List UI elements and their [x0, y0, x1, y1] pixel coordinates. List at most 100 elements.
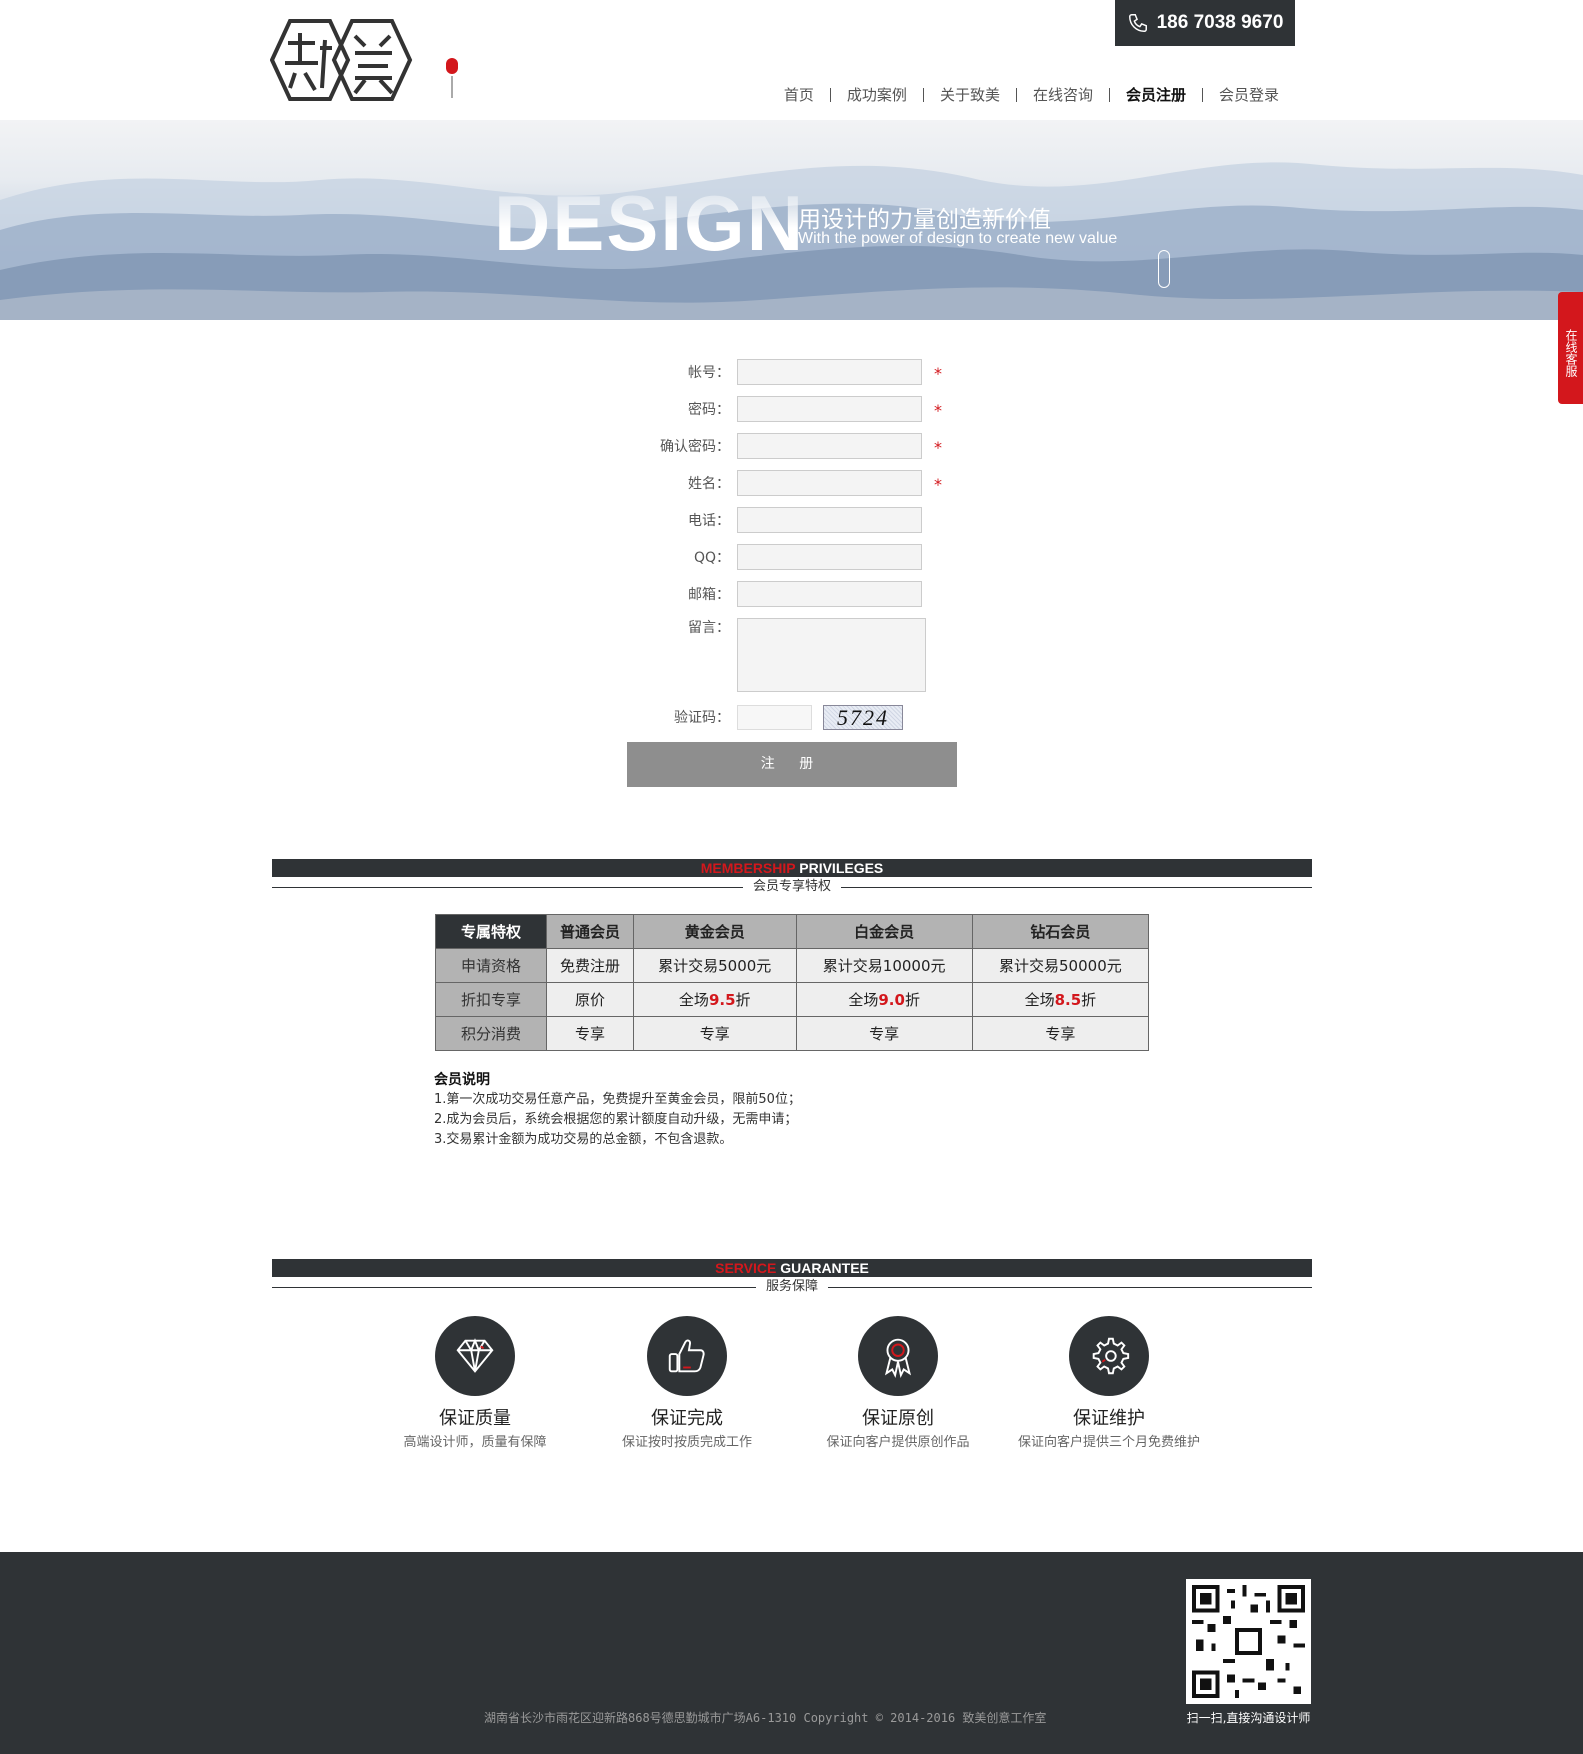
phone-button[interactable]: 186 7038 9670: [1115, 0, 1295, 46]
phone-number: 186 7038 9670: [1156, 12, 1284, 33]
qr-caption: 扫一扫,直接沟通设计师: [1186, 1711, 1311, 1725]
table-cell: 全场8.5折: [971, 982, 1150, 1017]
service-title-white: GUARANTEE: [780, 1260, 869, 1276]
banner-cn-slogan: 用设计的力量创造新价值: [798, 207, 1051, 233]
service-title: 保证完成: [651, 1408, 723, 1429]
site-footer: 扫一扫,直接沟通设计师 湖南省长沙市雨花区迎新路868号德思勤城市广场A6-13…: [0, 1552, 1583, 1754]
discount-prefix: 全场: [1024, 991, 1055, 1009]
message-textarea[interactable]: [737, 618, 926, 692]
row-header: 折扣专享: [435, 982, 547, 1017]
service-subtitle-line: 服务保障: [272, 1278, 1312, 1296]
table-row: 折扣专享 原价 全场9.5折 全场9.0折 全场8.5折: [435, 982, 1150, 1017]
discount-prefix: 原价: [574, 991, 605, 1009]
membership-title-white: PRIVILEGES: [799, 860, 884, 876]
qq-label: QQ：: [693, 550, 730, 566]
wechat-qr-code: [1186, 1579, 1311, 1704]
nav-cases[interactable]: 成功案例: [831, 84, 923, 105]
note-line: 2.成为会员后，系统会根据您的累计额度自动升级，无需申请；: [434, 1112, 798, 1127]
brand-logo[interactable]: [269, 18, 465, 103]
service-title-bar: SERVICE GUARANTEE: [272, 1259, 1312, 1277]
password-input[interactable]: [737, 396, 922, 422]
gear-icon: [1069, 1316, 1149, 1396]
membership-title-red: MEMBERSHIP: [700, 860, 796, 876]
membership-section-title: MEMBERSHIP PRIVILEGES 会员专享特权: [272, 859, 1312, 896]
service-desc: 高端设计师，质量有保障: [403, 1435, 547, 1450]
discount-value: 8.5: [1054, 991, 1082, 1009]
table-cell: 专享: [795, 1016, 973, 1051]
account-input[interactable]: [737, 359, 922, 385]
table-row: 申请资格 免费注册 累计交易5000元 累计交易10000元 累计交易50000…: [435, 948, 1150, 983]
table-cell: 全场9.0折: [795, 982, 973, 1017]
nav-register[interactable]: 会员注册: [1110, 84, 1202, 105]
nav-login[interactable]: 会员登录: [1203, 84, 1295, 105]
discount-suffix: 折: [735, 991, 751, 1009]
discount-prefix: 全场: [678, 991, 709, 1009]
main-nav: 首页 成功案例 关于致美 在线咨询 会员注册 会员登录: [768, 84, 1295, 105]
table-cell: 全场9.5折: [632, 982, 797, 1017]
table-header: 专属特权: [435, 914, 547, 949]
required-mark: *: [934, 475, 942, 494]
table-row: 积分消费 专享 专享 专享 专享: [435, 1016, 1150, 1051]
membership-title-bar: MEMBERSHIP PRIVILEGES: [272, 859, 1312, 877]
service-title-red: SERVICE: [715, 1260, 777, 1276]
service-item-maintenance: 保证维护 保证向客户提供三个月免费维护: [999, 1316, 1219, 1450]
banner-design-word: DESIGN: [494, 179, 806, 267]
name-label: 姓名：: [688, 476, 730, 492]
row-header: 积分消费: [435, 1016, 547, 1051]
service-subtitle: 服务保障: [755, 1278, 829, 1296]
confirm-password-label: 确认密码：: [660, 439, 730, 455]
name-input[interactable]: [737, 470, 922, 496]
phone-input[interactable]: [737, 507, 922, 533]
table-header-row: 专属特权 普通会员 黄金会员 白金会员 钻石会员: [435, 914, 1150, 949]
site-header: 186 7038 9670 首页 成功案例 关于致美 在线咨询 会员注册 会员登…: [0, 0, 1583, 120]
note-line: 3.交易累计金额为成功交易的总金额，不包含退款。: [434, 1132, 733, 1147]
table-cell: 专享: [632, 1016, 797, 1051]
online-service-tab[interactable]: 在线客服: [1558, 292, 1583, 404]
email-input[interactable]: [737, 581, 922, 607]
service-desc: 保证按时按质完成工作: [621, 1435, 752, 1450]
table-cell: 原价: [546, 982, 634, 1017]
footer-address-copyright: 湖南省长沙市雨花区迎新路868号德思勤城市广场A6-1310 Copyright…: [484, 1711, 1047, 1725]
discount-prefix: 全场: [848, 991, 879, 1009]
register-submit-button[interactable]: 注 册: [627, 742, 957, 787]
nav-home[interactable]: 首页: [768, 84, 830, 105]
nav-consult[interactable]: 在线咨询: [1017, 84, 1109, 105]
thumbs-up-icon: [647, 1316, 727, 1396]
service-title: 保证维护: [1073, 1408, 1145, 1429]
membership-notes: 会员说明 1.第一次成功交易任意产品，免费提升至黄金会员，限前50位； 2.成为…: [434, 1070, 801, 1150]
table-header: 黄金会员: [632, 914, 797, 949]
captcha-label: 验证码：: [674, 710, 730, 726]
required-mark: *: [934, 401, 942, 420]
qq-input[interactable]: [737, 544, 922, 570]
message-label: 留言：: [688, 620, 730, 636]
discount-suffix: 折: [1081, 991, 1097, 1009]
nav-about[interactable]: 关于致美: [924, 84, 1016, 105]
row-header: 申请资格: [435, 948, 547, 983]
discount-suffix: 折: [904, 991, 920, 1009]
account-label: 帐号：: [688, 365, 730, 381]
discount-value: 9.5: [708, 991, 736, 1009]
captcha-image[interactable]: 5724: [823, 705, 903, 730]
confirm-password-input[interactable]: [737, 433, 922, 459]
table-cell: 免费注册: [546, 948, 634, 983]
service-title: 保证质量: [439, 1408, 511, 1429]
service-item-quality: 保证质量 高端设计师，质量有保障: [365, 1316, 585, 1450]
membership-privileges-table: 专属特权 普通会员 黄金会员 白金会员 钻石会员 申请资格 免费注册 累计交易5…: [435, 914, 1150, 1051]
table-cell: 累计交易5000元: [632, 948, 797, 983]
discount-value: 9.0: [878, 991, 905, 1009]
table-cell: 累计交易50000元: [971, 948, 1150, 983]
table-header: 钻石会员: [971, 914, 1150, 949]
service-item-completion: 保证完成 保证按时按质完成工作: [577, 1316, 797, 1450]
phone-label: 电话：: [688, 513, 730, 529]
captcha-input[interactable]: [737, 705, 812, 730]
password-label: 密码：: [688, 402, 730, 418]
table-cell: 专享: [546, 1016, 634, 1051]
banner-en-slogan: With the power of design to create new v…: [798, 230, 1118, 247]
service-desc: 保证向客户提供三个月免费维护: [1017, 1435, 1200, 1450]
membership-subtitle-line: 会员专享特权: [272, 878, 1312, 896]
required-mark: *: [934, 438, 942, 457]
service-section-title: SERVICE GUARANTEE 服务保障: [272, 1259, 1312, 1296]
note-line: 1.第一次成功交易任意产品，免费提升至黄金会员，限前50位；: [434, 1092, 801, 1107]
table-cell: 累计交易10000元: [795, 948, 973, 983]
hero-banner: DESIGN 用设计的力量创造新价值 With the power of des…: [0, 120, 1583, 320]
